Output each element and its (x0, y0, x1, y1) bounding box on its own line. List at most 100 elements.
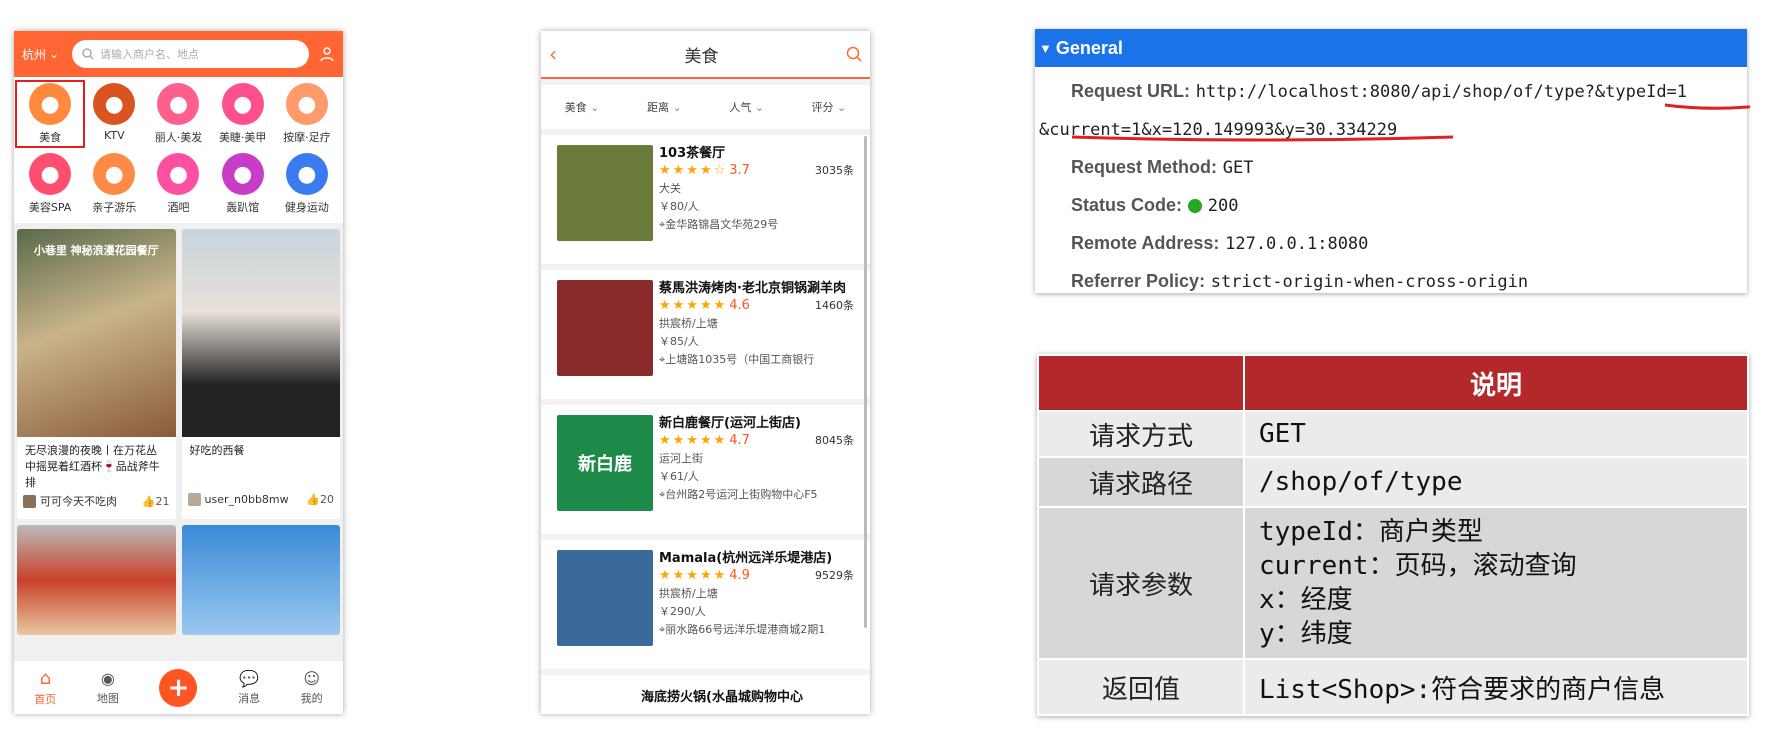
post-author: 可可今天不吃肉 (40, 495, 117, 508)
like-count[interactable]: 👍20 (306, 493, 334, 506)
tab-label: 地图 (96, 692, 119, 705)
category-5[interactable]: ● 美容SPA (18, 153, 82, 215)
post-card[interactable] (181, 525, 340, 635)
row-label: Request Method: (1071, 157, 1217, 177)
request-row: Request Method: GET (1071, 149, 1747, 187)
shop-address: 金华路锦昌文华苑29号 (665, 218, 779, 231)
filter-popularity[interactable]: 人气 (729, 99, 764, 115)
row-value[interactable]: strict-origin-when-cross-origin (1211, 272, 1528, 292)
param-line: y：纬度 (1259, 619, 1353, 649)
shop-card[interactable]: 蔡馬洪涛烤肉·老北京铜锅涮羊肉 ★★★★★ 4.6 1460条 拱宸桥/上塘 ￥85… (541, 270, 870, 399)
category-1[interactable]: ● KTV (82, 83, 146, 145)
shop-card[interactable]: Mamala(杭州远洋乐堤港店) ★★★★★ 4.9 9529条 拱宸桥/上塘 ￥2… (541, 540, 870, 669)
review-count: 8045条 (815, 434, 854, 447)
search-input[interactable]: 请输入商户名、地点 (72, 40, 309, 68)
user-icon[interactable] (319, 46, 335, 62)
map-pin-icon: ◉ (100, 669, 115, 688)
section-title: General (1055, 37, 1123, 58)
post-card[interactable]: 好吃的西餐 user_n0bb8mw 👍20 (181, 229, 340, 519)
shop-card[interactable]: 海底捞火锅(水晶城购物中心 (541, 675, 870, 714)
filter-rating[interactable]: 评分 (812, 99, 847, 115)
post-card[interactable]: 小巷里 神秘浪漫花园餐厅 无尽浪漫的夜晚丨在万花丛中摇晃着红酒杯🍷品战斧牛排 可… (17, 229, 176, 519)
shop-name: Mamala(杭州远洋乐堤港店) (659, 551, 833, 566)
post-feed: 小巷里 神秘浪漫花园餐厅 无尽浪漫的夜晚丨在万花丛中摇晃着红酒杯🍷品战斧牛排 可… (14, 223, 343, 635)
star-rating: ★★★★★ (659, 568, 728, 583)
shop-image (557, 145, 653, 241)
search-placeholder: 请输入商户名、地点 (100, 48, 199, 61)
underline-annotation (1071, 103, 1750, 142)
post-text: 好吃的西餐 (189, 444, 245, 457)
search-icon[interactable] (846, 46, 862, 62)
shop-list: 103茶餐厅 ★★★★☆ 3.7 3035条 大关 ￥80/人 ⌖金华路锦昌文华苑2… (541, 135, 870, 714)
avatar (23, 494, 36, 508)
category-8[interactable]: ● 轰趴馆 (211, 153, 275, 215)
filter-distance[interactable]: 距离 (647, 99, 682, 115)
category-9[interactable]: ● 健身运动 (275, 153, 339, 215)
shop-card[interactable]: 103茶餐厅 ★★★★☆ 3.7 3035条 大关 ￥80/人 ⌖金华路锦昌文华苑2… (541, 135, 870, 264)
triangle-down-icon: ▼ (1039, 40, 1052, 56)
tab-profile[interactable]: ☺ 我的 (301, 669, 323, 706)
shop-price: ￥85/人 (659, 335, 699, 348)
spa-icon: ● (29, 153, 72, 195)
shop-logo-text: 新白鹿 (578, 454, 632, 475)
back-icon[interactable]: ‹ (549, 42, 557, 66)
like-count[interactable]: 👍21 (142, 495, 170, 508)
avatar (187, 493, 201, 506)
shop-address: 台州路2号运河上街购物中心F5 (665, 488, 818, 501)
shop-price: ￥290/人 (659, 605, 706, 618)
post-card[interactable] (17, 525, 176, 635)
post-image (181, 229, 340, 437)
massage-icon: ● (285, 83, 328, 125)
shop-area: 拱宸桥/上塘 (659, 317, 718, 330)
add-post-button[interactable]: + (159, 668, 198, 707)
row-label: Referrer Policy: (1071, 271, 1206, 291)
tab-home[interactable]: ⌂ 首页 (34, 668, 56, 707)
row-value[interactable]: GET (1223, 158, 1254, 178)
tab-messages[interactable]: 💬 消息 (238, 669, 260, 706)
chat-icon: 💬 (239, 669, 260, 688)
status-dot-icon (1187, 199, 1202, 213)
tab-map[interactable]: ◉ 地图 (97, 669, 119, 706)
category-label: 美食 (39, 131, 62, 144)
shop-area: 运河上街 (659, 452, 703, 465)
search-icon (82, 48, 94, 60)
filter-category[interactable]: 美食 (565, 99, 600, 115)
category-label: 酒吧 (167, 201, 190, 214)
category-grid: ● 美食 ● KTV ● 丽人·美发 ● 美睫·美甲 ● 按摩·足疗 ● 美容SPA ● 亲子游乐 ● 酒吧 ●… (14, 77, 343, 223)
row-value: GET (1243, 410, 1749, 458)
shop-card[interactable]: 新白鹿 新白鹿餐厅(运河上街店) ★★★★★ 4.7 8045条 运河上街 ￥61/… (541, 405, 870, 534)
row-value[interactable]: 127.0.0.1:8080 (1225, 234, 1368, 254)
general-section-header[interactable]: ▼ General (1035, 29, 1747, 67)
shop-image (557, 550, 653, 646)
row-key: 请求路径 (1037, 456, 1245, 508)
category-0[interactable]: ● 美食 (14, 80, 86, 148)
cocktail-icon: ● (157, 153, 200, 195)
row-value: List<Shop>:符合要求的商户信息 (1243, 658, 1749, 716)
row-value[interactable]: 200 (1208, 196, 1239, 216)
shop-name: 新白鹿餐厅(运河上街店) (659, 416, 801, 431)
row-key: 请求方式 (1037, 410, 1245, 458)
shop-area: 大关 (659, 182, 681, 195)
shop-price: ￥61/人 (659, 470, 699, 483)
category-4[interactable]: ● 按摩·足疗 (275, 83, 339, 145)
category-7[interactable]: ● 酒吧 (146, 153, 210, 215)
home-icon: ⌂ (39, 668, 52, 689)
row-label: Status Code: (1071, 195, 1183, 215)
shop-price: ￥80/人 (659, 200, 699, 213)
request-general-panel: ▼ General Request URL: http://localhost:8… (1035, 29, 1747, 293)
filter-bar: 美食 距离 人气 评分 (541, 85, 870, 129)
api-doc-table: 说明 请求方式 GET 请求路径/shop/of/type 请求参数 typeId… (1037, 354, 1749, 716)
city-selector[interactable]: 杭州 ⌄ (22, 46, 62, 63)
category-label: 轰趴馆 (226, 201, 260, 214)
family-icon: ● (93, 153, 136, 195)
category-6[interactable]: ● 亲子游乐 (82, 153, 146, 215)
post-text: 无尽浪漫的夜晚丨在万花丛中摇晃着红酒杯🍷品战斧牛排 (25, 444, 160, 489)
category-2[interactable]: ● 丽人·美发 (146, 83, 210, 145)
scrollbar[interactable] (864, 136, 867, 628)
user-icon: ☺ (303, 669, 321, 688)
review-count: 1460条 (815, 299, 854, 312)
category-3[interactable]: ● 美睫·美甲 (211, 83, 275, 145)
shop-name: 103茶餐厅 (659, 146, 726, 161)
request-row: Remote Address: 127.0.0.1:8080 (1071, 225, 1747, 263)
category-label: 亲子游乐 (92, 201, 137, 214)
